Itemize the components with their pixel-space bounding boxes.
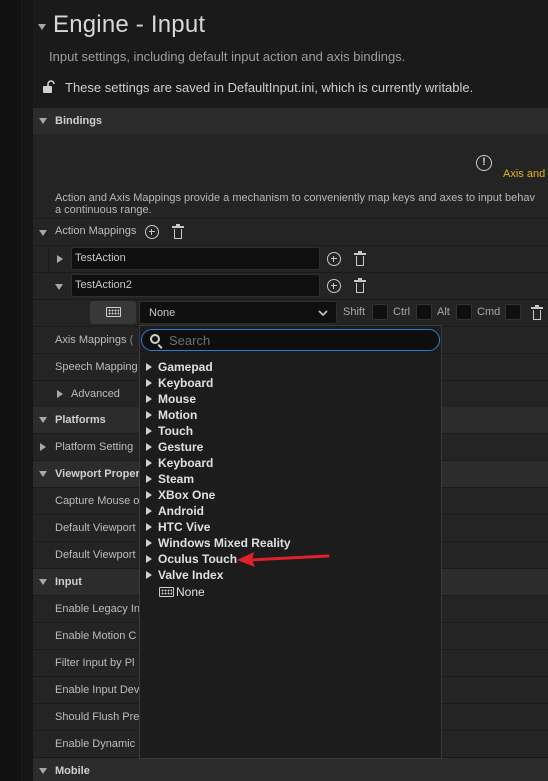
speech-mappings-label: Speech Mapping (55, 361, 138, 373)
annotation-arrow-icon (237, 552, 330, 567)
expand-icon (146, 427, 152, 435)
expand-icon[interactable] (57, 390, 63, 398)
add-key-button[interactable] (327, 279, 341, 293)
key-category-touch[interactable]: Touch (146, 423, 426, 439)
expand-icon (146, 443, 152, 451)
key-category-gesture[interactable]: Gesture (146, 439, 426, 455)
setting-label: Default Viewport (55, 522, 136, 534)
key-category-keyboard-2[interactable]: Keyboard (146, 455, 426, 471)
expand-icon (146, 379, 152, 387)
search-icon (150, 334, 160, 344)
key-category-keyboard[interactable]: Keyboard (146, 375, 426, 391)
delete-action-button[interactable] (354, 278, 366, 293)
description-line-1: Action and Axis Mappings provide a mecha… (55, 192, 535, 204)
key-category-motion[interactable]: Motion (146, 407, 426, 423)
key-category-gamepad[interactable]: Gamepad (146, 359, 426, 375)
key-selector-value: None (149, 307, 176, 319)
section-label: Platforms (55, 414, 106, 426)
collapse-icon (39, 579, 47, 585)
collapse-icon[interactable] (39, 230, 47, 236)
keyboard-icon (106, 307, 121, 317)
setting-label: Should Flush Pre (55, 711, 140, 723)
axis-warning-text: Axis and (503, 168, 546, 180)
cmd-checkbox[interactable] (505, 304, 521, 320)
alt-label: Alt (437, 306, 450, 318)
expand-icon (146, 523, 152, 531)
setting-label: Capture Mouse o (55, 495, 140, 507)
collapse-icon (39, 768, 47, 774)
alt-checkbox[interactable] (456, 304, 472, 320)
expand-icon (146, 555, 152, 563)
key-category-htc-vive[interactable]: HTC Vive (146, 519, 426, 535)
key-category-valve-index[interactable]: Valve Index (146, 567, 426, 583)
section-mobile[interactable]: Mobile (33, 758, 548, 781)
ctrl-label: Ctrl (393, 306, 411, 318)
collapse-icon (39, 417, 47, 423)
axis-mappings-label: Axis Mappings ( (55, 334, 134, 346)
left-gutter (0, 0, 21, 781)
keyboard-icon (159, 587, 174, 597)
expand-icon (146, 459, 152, 467)
expand-icon (146, 571, 152, 579)
key-category-xbox-one[interactable]: XBox One (146, 487, 426, 503)
action-mappings-row: Action Mappings (33, 218, 548, 245)
setting-label: Enable Input Dev (55, 684, 140, 696)
chevron-down-icon (318, 310, 328, 317)
expand-icon (146, 491, 152, 499)
key-capture-button[interactable] (90, 301, 136, 324)
key-option-none[interactable]: None (146, 584, 426, 600)
gutter-divider (21, 0, 22, 781)
delete-key-button[interactable] (531, 305, 543, 320)
setting-label: Default Viewport (55, 549, 136, 561)
collapse-category-icon[interactable] (38, 24, 46, 30)
setting-label: Enable Motion C (55, 630, 137, 642)
section-label: Input (55, 576, 82, 588)
collapse-icon (39, 118, 47, 124)
expand-icon[interactable] (40, 443, 46, 451)
cmd-label: Cmd (477, 306, 501, 318)
expand-icon (146, 539, 152, 547)
shift-checkbox[interactable] (372, 304, 388, 320)
expand-icon (146, 411, 152, 419)
section-bindings[interactable]: Bindings (33, 108, 548, 134)
add-key-button[interactable] (327, 252, 341, 266)
ctrl-checkbox[interactable] (416, 304, 432, 320)
shift-label: Shift (343, 306, 366, 318)
section-label: Bindings (55, 115, 103, 127)
advanced-label: Advanced (71, 388, 120, 400)
key-selector-dropdown[interactable]: None (139, 301, 337, 324)
key-category-android[interactable]: Android (146, 503, 426, 519)
page-title: Engine - Input (53, 11, 206, 38)
setting-label: Enable Legacy In (55, 603, 141, 615)
expand-icon (146, 363, 152, 371)
delete-action-button[interactable] (354, 251, 366, 266)
page-subtitle: Input settings, including default input … (49, 49, 406, 64)
key-category-steam[interactable]: Steam (146, 471, 426, 487)
delete-all-actions-button[interactable] (172, 224, 184, 239)
key-search-input[interactable]: Search (141, 329, 440, 351)
bindings-description: Action and Axis Mappings provide a mecha… (55, 192, 548, 216)
warning-icon: ! (476, 155, 492, 171)
unlock-icon (42, 80, 56, 94)
setting-label: Enable Dynamic (55, 738, 136, 750)
key-category-mouse[interactable]: Mouse (146, 391, 426, 407)
section-label: Mobile (55, 765, 90, 777)
setting-label: Filter Input by Pl (55, 657, 135, 669)
collapse-icon (39, 471, 47, 477)
add-action-button[interactable] (145, 225, 159, 239)
search-placeholder: Search (169, 333, 211, 348)
platform-settings-label: Platform Setting (55, 441, 134, 453)
collapse-icon[interactable] (55, 284, 63, 290)
expand-icon (146, 475, 152, 483)
expand-icon (146, 395, 152, 403)
expand-icon[interactable] (57, 255, 63, 263)
expand-icon (146, 507, 152, 515)
action-name-input[interactable]: TestAction2 (71, 274, 320, 297)
save-location-note: These settings are saved in DefaultInput… (65, 80, 474, 95)
action-mappings-label: Action Mappings (55, 225, 137, 237)
section-label: Viewport Propert (55, 468, 144, 480)
description-line-2: a continuous range. (55, 204, 152, 216)
action-name-input[interactable]: TestAction (71, 247, 320, 270)
